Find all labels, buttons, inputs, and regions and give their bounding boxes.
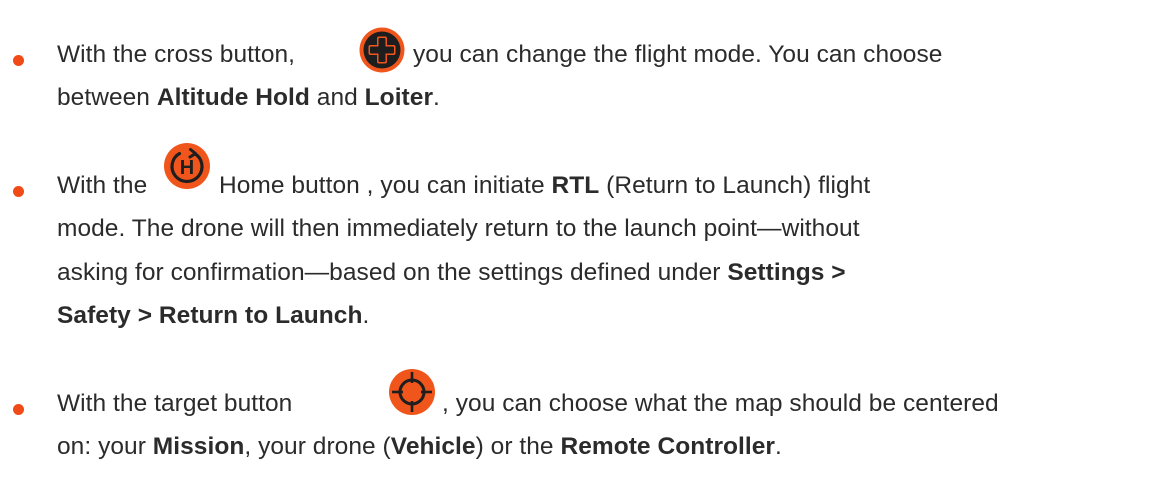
bullet-dot	[13, 186, 24, 197]
text: ) or the	[475, 433, 561, 460]
return-to-launch-path-label: Safety > Return to Launch	[57, 302, 363, 329]
text: and	[309, 84, 365, 111]
altitude-hold-label: Altitude Hold	[156, 84, 310, 111]
text: (Return to Launch) flight	[599, 172, 871, 199]
text: , your drone (	[244, 433, 391, 460]
vehicle-label: Vehicle	[390, 433, 476, 460]
text: mode. The drone will then immediately re…	[57, 215, 860, 242]
text: .	[362, 302, 370, 329]
text: .	[433, 84, 440, 111]
text: .	[775, 433, 782, 460]
item-2-line-2: mode. The drone will then immediately re…	[57, 210, 860, 248]
item-2-line-4: Safety > Return to Launch.	[57, 297, 369, 335]
item-2-line-1-continued: Home button , you can initiate RTL (Retu…	[219, 167, 870, 205]
rtl-label: RTL	[551, 172, 600, 199]
item-3-line-1: With the target button	[57, 385, 292, 423]
item-1-text-after-icon: you can change the flight mode. You can …	[413, 41, 943, 68]
instruction-bullet-list: With the cross button, you can change th…	[0, 0, 1166, 478]
item-2-line-1: With the	[57, 167, 147, 205]
item-2-line-3: asking for confirmation—based on the set…	[57, 254, 846, 292]
item-1-line-1-continued: you can change the flight mode. You can …	[413, 36, 942, 74]
home-return-icon: H	[163, 142, 211, 190]
text: asking for confirmation—based on the set…	[57, 259, 728, 286]
mission-label: Mission	[152, 433, 245, 460]
text: Home button , you can initiate	[219, 172, 552, 199]
text: With the target button	[57, 390, 293, 417]
item-1-text-before-icon: With the cross button,	[57, 41, 296, 68]
bullet-dot	[13, 404, 24, 415]
item-1-line-1: With the cross button,	[57, 36, 295, 74]
settings-path-label: Settings >	[727, 259, 846, 286]
text: between	[57, 84, 157, 111]
item-2-text-before-icon: With the	[57, 172, 148, 199]
loiter-label: Loiter	[364, 84, 434, 111]
svg-text:H: H	[180, 157, 194, 179]
item-3-line-1-continued: , you can choose what the map should be …	[442, 385, 999, 423]
item-1-line-2: between Altitude Hold and Loiter.	[57, 79, 440, 117]
cross-dpad-icon	[358, 26, 406, 74]
text: , you can choose what the map should be …	[442, 390, 999, 417]
remote-controller-label: Remote Controller	[560, 433, 776, 460]
target-crosshair-icon	[388, 368, 436, 416]
text: on: your	[57, 433, 153, 460]
bullet-dot	[13, 55, 24, 66]
item-3-line-2: on: your Mission, your drone (Vehicle) o…	[57, 428, 782, 466]
